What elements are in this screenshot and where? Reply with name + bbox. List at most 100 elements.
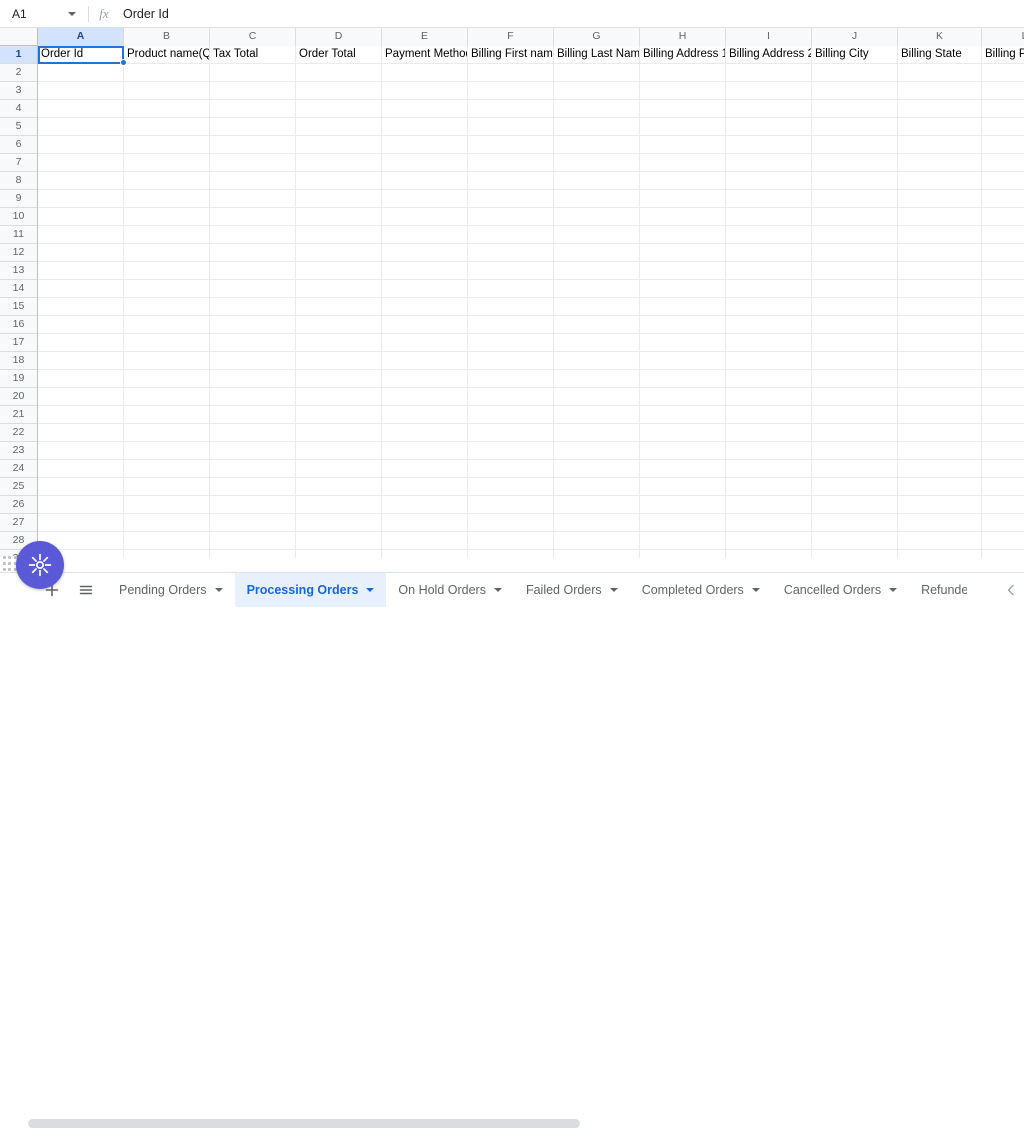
cell-I17[interactable] — [726, 334, 812, 351]
formula-input[interactable]: Order Id — [117, 0, 1024, 28]
cell-K18[interactable] — [898, 352, 982, 369]
cell-L27[interactable] — [982, 514, 1024, 531]
cell-A23[interactable] — [38, 442, 124, 459]
cell-L4[interactable] — [982, 100, 1024, 117]
cell-B9[interactable] — [124, 190, 210, 207]
cell-J28[interactable] — [812, 532, 898, 549]
cell-J8[interactable] — [812, 172, 898, 189]
cell-E3[interactable] — [382, 82, 468, 99]
row-header-10[interactable]: 10 — [0, 208, 37, 226]
cell-J4[interactable] — [812, 100, 898, 117]
cell-H24[interactable] — [640, 460, 726, 477]
cell-D22[interactable] — [296, 424, 382, 441]
cell-J26[interactable] — [812, 496, 898, 513]
cell-H21[interactable] — [640, 406, 726, 423]
cell-I23[interactable] — [726, 442, 812, 459]
column-header-d[interactable]: D — [296, 28, 382, 46]
cell-F5[interactable] — [468, 118, 554, 135]
cell-K15[interactable] — [898, 298, 982, 315]
horizontal-scrollbar-track[interactable] — [0, 558, 1024, 1128]
cell-C26[interactable] — [210, 496, 296, 513]
cell-F29[interactable] — [468, 550, 554, 558]
cell-G24[interactable] — [554, 460, 640, 477]
cell-F10[interactable] — [468, 208, 554, 225]
cell-C6[interactable] — [210, 136, 296, 153]
cell-E16[interactable] — [382, 316, 468, 333]
cell-B27[interactable] — [124, 514, 210, 531]
cell-I9[interactable] — [726, 190, 812, 207]
cell-D29[interactable] — [296, 550, 382, 558]
row-header-5[interactable]: 5 — [0, 118, 37, 136]
cell-I13[interactable] — [726, 262, 812, 279]
cell-E18[interactable] — [382, 352, 468, 369]
cell-L21[interactable] — [982, 406, 1024, 423]
cell-H9[interactable] — [640, 190, 726, 207]
sheet-tab-processing-orders[interactable]: Processing Orders — [234, 572, 387, 607]
cell-L26[interactable] — [982, 496, 1024, 513]
column-header-l[interactable]: L — [982, 28, 1024, 46]
cell-D13[interactable] — [296, 262, 382, 279]
cell-K19[interactable] — [898, 370, 982, 387]
cell-I3[interactable] — [726, 82, 812, 99]
cell-J7[interactable] — [812, 154, 898, 171]
cell-F12[interactable] — [468, 244, 554, 261]
row-header-16[interactable]: 16 — [0, 316, 37, 334]
cell-I26[interactable] — [726, 496, 812, 513]
cell-L19[interactable] — [982, 370, 1024, 387]
cell-I20[interactable] — [726, 388, 812, 405]
sheet-tab-chevron-down-icon[interactable] — [366, 587, 375, 592]
cell-E11[interactable] — [382, 226, 468, 243]
cell-D11[interactable] — [296, 226, 382, 243]
row-header-14[interactable]: 14 — [0, 280, 37, 298]
cell-J11[interactable] — [812, 226, 898, 243]
cell-I24[interactable] — [726, 460, 812, 477]
sheet-tab-on-hold-orders[interactable]: On Hold Orders — [386, 573, 514, 607]
cell-G18[interactable] — [554, 352, 640, 369]
row-header-1[interactable]: 1 — [0, 46, 37, 64]
cell-G19[interactable] — [554, 370, 640, 387]
cell-E29[interactable] — [382, 550, 468, 558]
cell-D26[interactable] — [296, 496, 382, 513]
horizontal-scrollbar-thumb[interactable] — [28, 1119, 580, 1128]
cell-H28[interactable] — [640, 532, 726, 549]
cell-F16[interactable] — [468, 316, 554, 333]
cell-B17[interactable] — [124, 334, 210, 351]
cell-L13[interactable] — [982, 262, 1024, 279]
cell-H15[interactable] — [640, 298, 726, 315]
cell-E25[interactable] — [382, 478, 468, 495]
cell-E14[interactable] — [382, 280, 468, 297]
cell-H26[interactable] — [640, 496, 726, 513]
row-header-3[interactable]: 3 — [0, 82, 37, 100]
cell-E23[interactable] — [382, 442, 468, 459]
row-header-22[interactable]: 22 — [0, 424, 37, 442]
cell-K24[interactable] — [898, 460, 982, 477]
cell-L23[interactable] — [982, 442, 1024, 459]
cell-C9[interactable] — [210, 190, 296, 207]
cell-J19[interactable] — [812, 370, 898, 387]
drag-handle-icon[interactable] — [3, 556, 17, 572]
cell-B8[interactable] — [124, 172, 210, 189]
cell-H25[interactable] — [640, 478, 726, 495]
cell-I8[interactable] — [726, 172, 812, 189]
cell-C14[interactable] — [210, 280, 296, 297]
cell-K28[interactable] — [898, 532, 982, 549]
row-header-26[interactable]: 26 — [0, 496, 37, 514]
cell-L24[interactable] — [982, 460, 1024, 477]
cell-H4[interactable] — [640, 100, 726, 117]
cell-F21[interactable] — [468, 406, 554, 423]
cell-D15[interactable] — [296, 298, 382, 315]
cell-C3[interactable] — [210, 82, 296, 99]
cell-D20[interactable] — [296, 388, 382, 405]
row-header-8[interactable]: 8 — [0, 172, 37, 190]
cell-J21[interactable] — [812, 406, 898, 423]
cell-I2[interactable] — [726, 64, 812, 81]
cell-L28[interactable] — [982, 532, 1024, 549]
cell-E28[interactable] — [382, 532, 468, 549]
cell-G21[interactable] — [554, 406, 640, 423]
cell-D27[interactable] — [296, 514, 382, 531]
cell-C19[interactable] — [210, 370, 296, 387]
cell-D10[interactable] — [296, 208, 382, 225]
cell-E20[interactable] — [382, 388, 468, 405]
cell-H17[interactable] — [640, 334, 726, 351]
cell-C7[interactable] — [210, 154, 296, 171]
